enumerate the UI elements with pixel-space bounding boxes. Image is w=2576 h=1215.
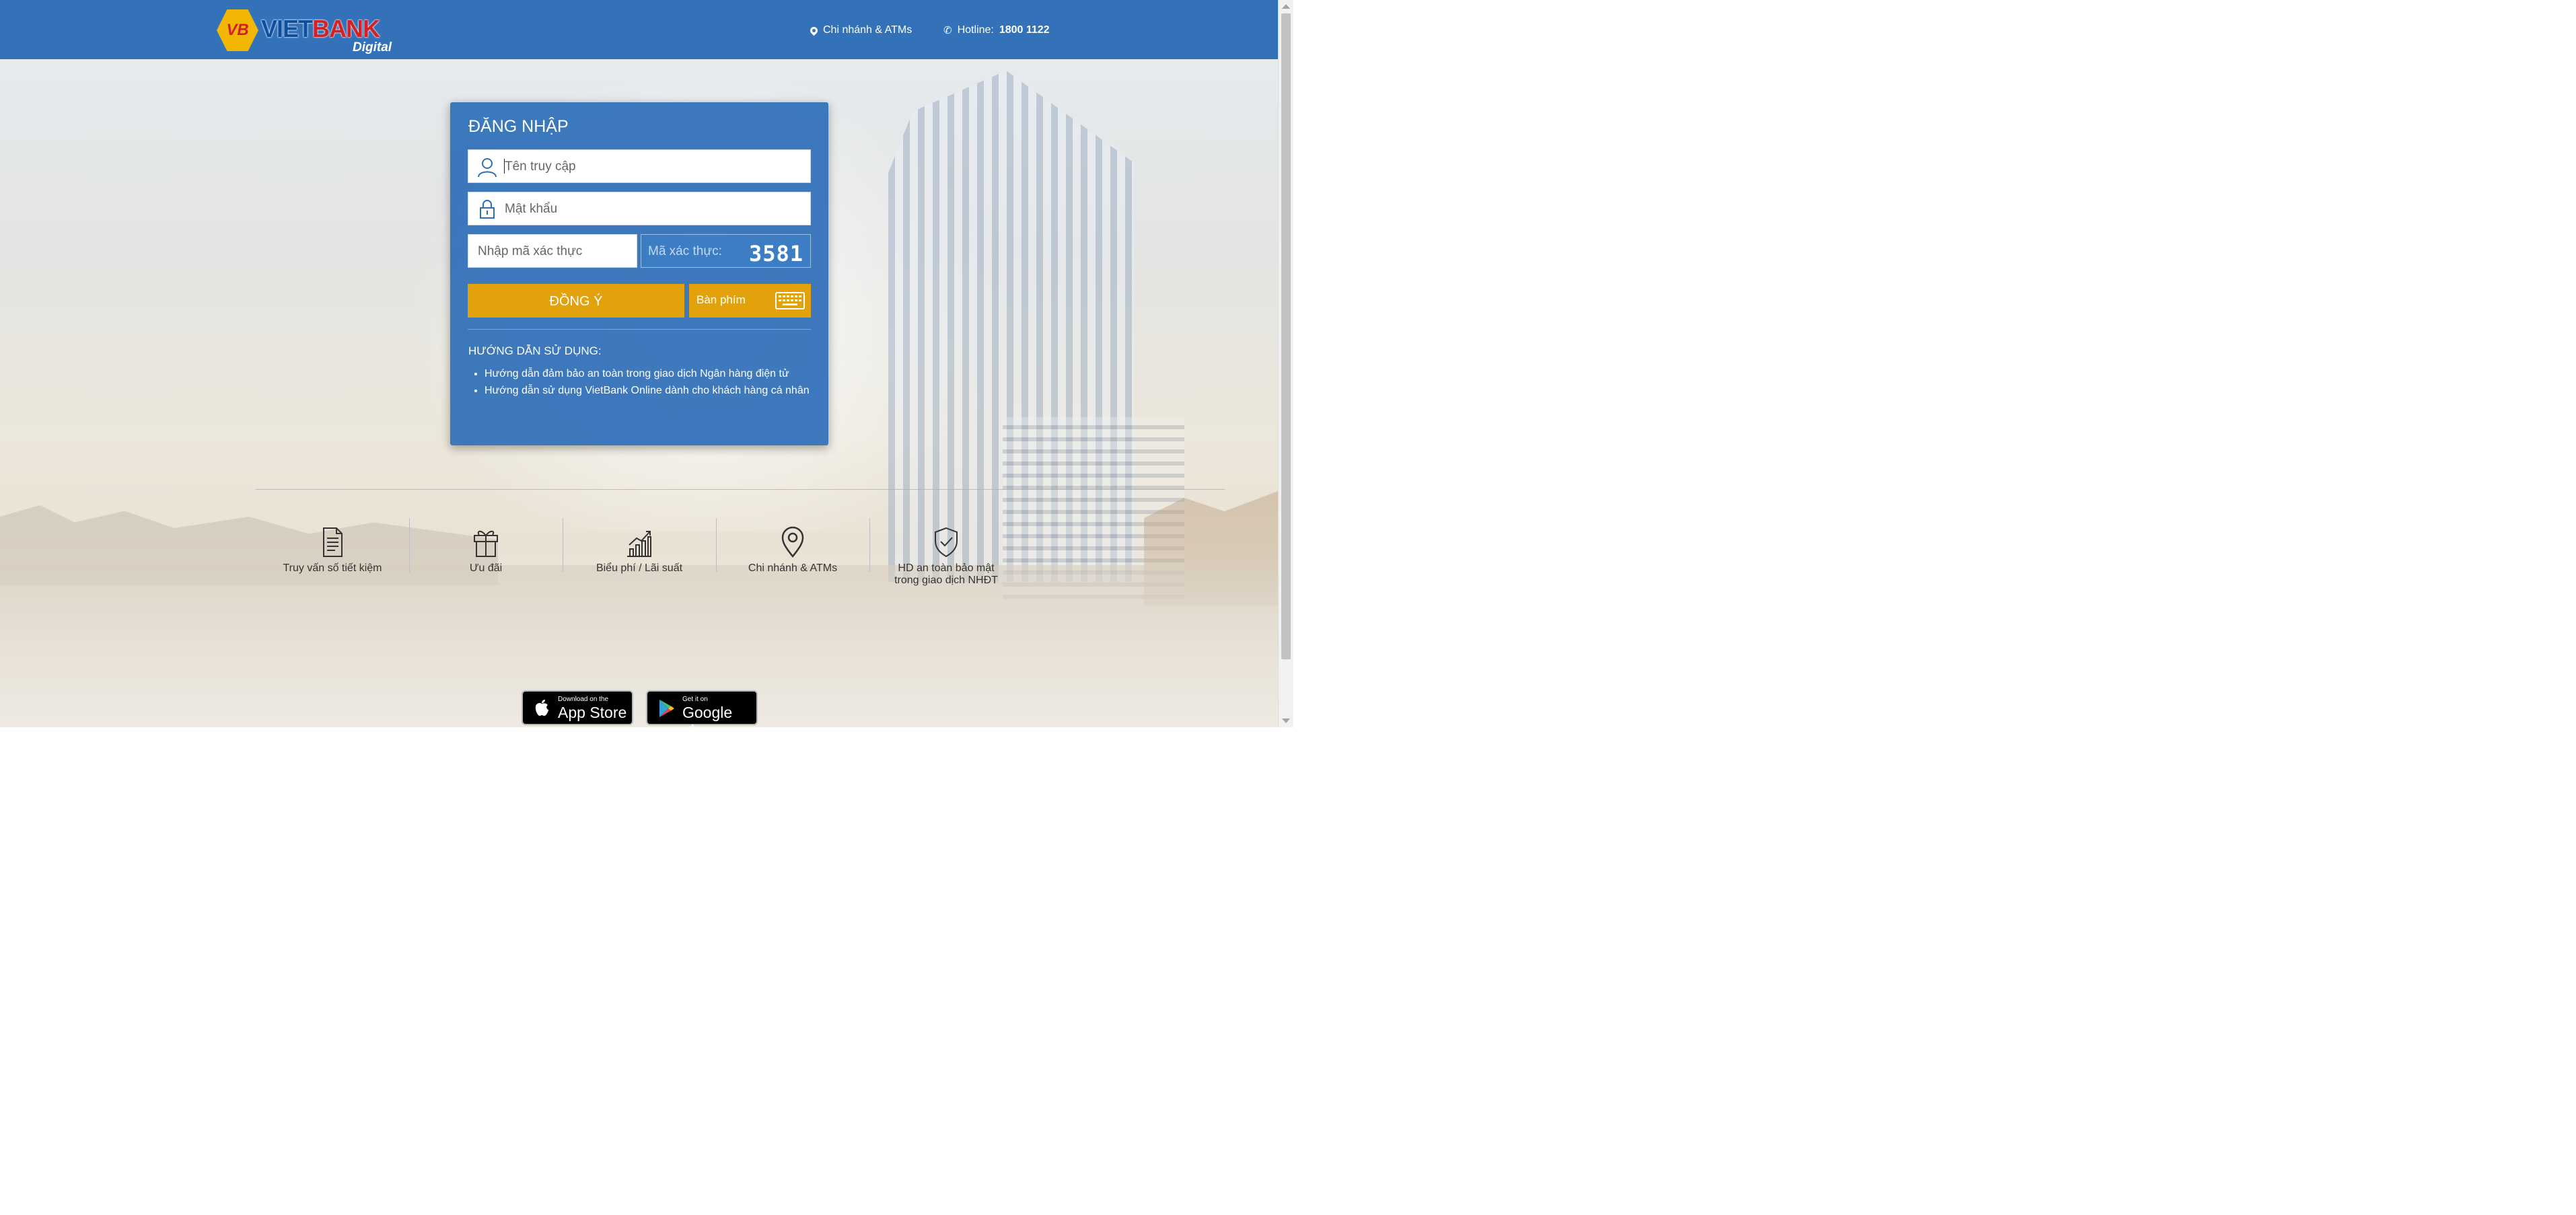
branches-link-label: Chi nhánh & ATMs <box>823 24 913 36</box>
apple-icon <box>535 700 548 716</box>
google-play-icon <box>659 700 674 717</box>
hotline-label: Hotline: <box>957 24 994 36</box>
features-row: Truy vấn số tiết kiệm Ưu đãi Biểu phí / … <box>256 518 1023 599</box>
feature-promotions[interactable]: Ưu đãi <box>409 518 563 599</box>
feature-label: Chi nhánh & ATMs <box>748 562 838 574</box>
features-divider <box>256 489 1225 490</box>
captcha-display: Mã xác thực: 3581 <box>641 234 811 268</box>
submit-button[interactable]: ĐỒNG Ý <box>468 284 684 318</box>
feature-label: Biểu phí / Lãi suất <box>596 562 683 574</box>
lock-icon <box>480 200 495 219</box>
top-header: VB VIETBANK Digital Chi nhánh & ATMs ✆ H… <box>0 0 1278 59</box>
user-icon <box>478 158 497 178</box>
keyboard-icon <box>775 292 805 309</box>
chart-icon <box>627 531 651 557</box>
google-play-big-text: Google play <box>682 704 733 727</box>
captcha-label: Mã xác thực: <box>648 244 722 258</box>
scroll-down-arrow-icon[interactable] <box>1282 719 1290 723</box>
logo-tagline: Digital <box>353 40 392 54</box>
map-pin-icon <box>808 25 820 36</box>
guide-title: HƯỚNG DẪN SỬ DỤNG: <box>468 344 602 357</box>
password-input[interactable] <box>503 192 802 226</box>
feature-label: HD an toàn bảo mật trong giao dịch NHĐT <box>894 562 998 586</box>
feature-fees-rates[interactable]: Biểu phí / Lãi suất <box>563 518 716 599</box>
vietbank-logo[interactable]: VB VIETBANK Digital <box>217 7 396 57</box>
feature-branches-atms[interactable]: Chi nhánh & ATMs <box>716 518 869 599</box>
google-play-badge[interactable]: Get it on Google play <box>646 690 758 727</box>
feature-label: Truy vấn số tiết kiệm <box>283 562 382 574</box>
captcha-input[interactable] <box>476 235 634 268</box>
keyboard-button-label: Bàn phím <box>696 293 746 306</box>
feature-label: Ưu đãi <box>469 562 503 574</box>
app-store-small-text: Download on the <box>558 696 609 703</box>
gift-icon <box>474 530 498 557</box>
guide-link-online-usage[interactable]: Hướng dẫn sử dụng VietBank Online dành c… <box>485 383 828 399</box>
virtual-keyboard-button[interactable]: Bàn phím <box>689 284 811 318</box>
hotline[interactable]: ✆ Hotline: 1800 1122 <box>943 24 1050 36</box>
scrollbar-thumb[interactable] <box>1281 13 1291 659</box>
captcha-field[interactable] <box>468 234 637 268</box>
phone-icon: ✆ <box>943 24 952 36</box>
login-title: ĐĂNG NHẬP <box>468 117 569 136</box>
guide-link-safety[interactable]: Hướng dẫn đảm bảo an toàn trong giao dịc… <box>485 366 828 382</box>
map-pin-icon <box>781 526 804 558</box>
logo-wordmark: VIETBANK <box>261 15 380 42</box>
app-store-big-text: App Store <box>558 704 627 721</box>
logo-mark: VB <box>217 9 258 52</box>
feature-security-guide[interactable]: HD an toàn bảo mật trong giao dịch NHĐT <box>869 518 1023 599</box>
app-store-badge[interactable]: Download on the App Store <box>522 690 633 725</box>
shield-check-icon <box>935 527 958 558</box>
page-viewport: VB VIETBANK Digital Chi nhánh & ATMs ✆ H… <box>0 0 1278 727</box>
username-input[interactable] <box>503 150 802 184</box>
captcha-code: 3581 <box>748 241 803 266</box>
username-field[interactable] <box>468 149 811 184</box>
google-play-small-text: Get it on <box>682 696 708 703</box>
hotline-number: 1800 1122 <box>999 24 1050 36</box>
panel-divider <box>468 329 811 330</box>
branches-link[interactable]: Chi nhánh & ATMs <box>808 24 913 36</box>
login-panel: ĐĂNG NHẬP Mã xác thực: 3581 ĐỒNG Ý <box>450 102 828 445</box>
feature-savings-lookup[interactable]: Truy vấn số tiết kiệm <box>256 518 409 599</box>
guide-list: Hướng dẫn đảm bảo an toàn trong giao dịc… <box>468 366 828 400</box>
vertical-scrollbar[interactable] <box>1278 0 1293 727</box>
scroll-up-arrow-icon[interactable] <box>1282 4 1290 9</box>
document-icon <box>323 527 343 557</box>
password-field[interactable] <box>468 192 811 226</box>
